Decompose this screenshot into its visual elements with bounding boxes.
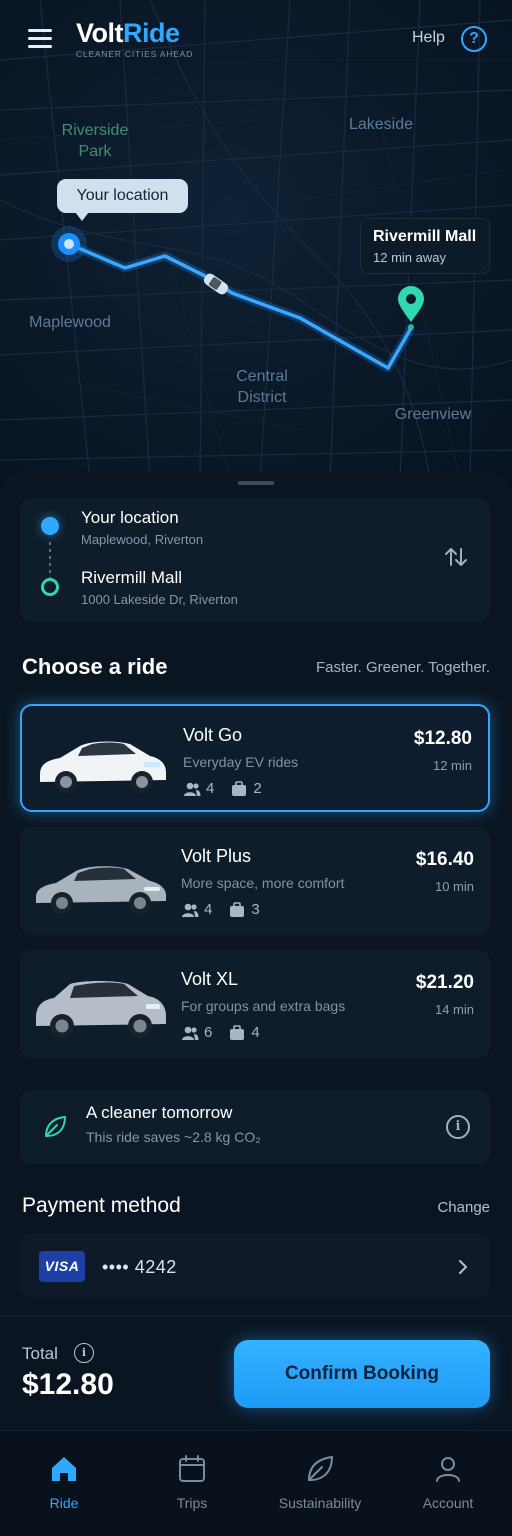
ride-eta: 14 min <box>434 1002 474 1017</box>
tab-sustainability[interactable]: Sustainability <box>256 1431 384 1536</box>
home-icon <box>52 1457 76 1481</box>
ride-price: $12.80 <box>413 728 472 749</box>
leaf-icon <box>308 1456 333 1481</box>
ride-description: For groups and extra bags <box>181 998 346 1014</box>
rides-section-slogan: Faster. Greener. Together. <box>316 659 490 676</box>
card-number: •••• 4242 <box>102 1257 177 1277</box>
confirm-booking-button[interactable]: Confirm Booking <box>234 1340 490 1408</box>
person-icon <box>436 1457 460 1482</box>
luggage-icon <box>232 780 247 796</box>
leaf-icon <box>45 1116 66 1137</box>
sheet-handle[interactable] <box>238 481 274 485</box>
eco-subtitle: This ride saves ~2.8 kg CO₂ <box>86 1129 261 1145</box>
map-label-central-district: Central District <box>236 368 288 406</box>
bag-count: 3 <box>251 901 260 918</box>
ride-description: More space, more comfort <box>181 875 345 891</box>
ride-name: Volt XL <box>181 969 239 989</box>
destination-tooltip-title: Rivermill Mall <box>373 228 477 245</box>
route-connector <box>49 542 51 578</box>
route-map[interactable]: Riverside Park Lakeside Maplewood Centra… <box>0 0 512 480</box>
total-label: Total <box>22 1344 58 1363</box>
tab-account[interactable]: Account <box>384 1431 512 1536</box>
calendar-icon <box>179 1455 205 1482</box>
destination-title[interactable]: Rivermill Mall <box>81 568 182 588</box>
origin-address: Maplewood, Riverton <box>81 532 204 547</box>
total-info-icon[interactable]: i <box>74 1343 94 1363</box>
ride-option-volt-xl[interactable]: Volt XL For groups and extra bags 6 4 $2… <box>20 950 490 1058</box>
passengers-icon <box>182 1026 199 1040</box>
booking-sheet: Your location Maplewood, Riverton Riverm… <box>0 472 512 1536</box>
ride-name: Volt Go <box>183 725 243 745</box>
ride-capacity: 6 4 <box>181 1024 260 1041</box>
footer-divider <box>0 1316 512 1317</box>
menu-button[interactable] <box>20 22 60 56</box>
bag-count: 2 <box>253 780 262 797</box>
luggage-icon <box>230 901 245 917</box>
ride-capacity: 4 3 <box>181 901 260 918</box>
logo-accent: Ride <box>123 18 180 48</box>
passenger-count: 4 <box>204 901 213 918</box>
tab-label: Sustainability <box>278 1495 362 1511</box>
info-icon[interactable]: i <box>446 1115 470 1139</box>
ride-price: $16.40 <box>415 849 474 870</box>
origin-bubble: Your location <box>57 179 188 221</box>
tab-ride[interactable]: Ride <box>0 1431 128 1536</box>
luggage-icon <box>230 1024 245 1040</box>
ride-option-volt-go[interactable]: Volt Go Everyday EV rides 4 2 $12.80 12 … <box>20 704 490 812</box>
car-suv-icon <box>36 981 166 1038</box>
help-link[interactable]: Help <box>412 29 445 47</box>
destination-pin-icon <box>398 286 424 330</box>
origin-title[interactable]: Your location <box>81 508 179 528</box>
ride-option-volt-plus[interactable]: Volt Plus More space, more comfort 4 3 $… <box>20 827 490 935</box>
ride-price: $21.20 <box>415 972 474 993</box>
map-label-riverside-park: Riverside Park <box>61 122 129 160</box>
tab-label: Trips <box>176 1495 208 1511</box>
bag-count: 4 <box>251 1024 260 1041</box>
tab-label: Ride <box>49 1495 79 1511</box>
app-logo: VoltRide CLEANER CITIES AHEAD <box>76 18 193 59</box>
payment-change-link[interactable]: Change <box>437 1199 490 1216</box>
destination-tooltip[interactable]: Rivermill Mall 12 min away <box>360 218 490 274</box>
passengers-icon <box>184 782 201 796</box>
help-icon[interactable]: ? <box>461 26 487 52</box>
origin-dot-icon <box>41 517 59 535</box>
top-bar: VoltRide CLEANER CITIES AHEAD Help ? <box>0 0 512 80</box>
chevron-right-icon <box>459 1260 467 1274</box>
logo-tagline: CLEANER CITIES AHEAD <box>76 49 194 59</box>
destination-tooltip-eta: 12 min away <box>373 250 446 265</box>
map-label-lakeside: Lakeside <box>348 116 414 133</box>
visa-card-icon: VISA <box>39 1251 85 1282</box>
car-white-icon <box>40 741 166 793</box>
tab-label: Account <box>422 1495 474 1511</box>
route-card: Your location Maplewood, Riverton Riverm… <box>20 498 490 622</box>
destination-address: 1000 Lakeside Dr, Riverton <box>81 592 238 607</box>
ride-eta: 10 min <box>434 879 474 894</box>
eco-title: A cleaner tomorrow <box>86 1103 233 1122</box>
rides-section-title: Choose a ride <box>22 654 168 679</box>
passenger-count: 6 <box>204 1024 213 1041</box>
passenger-count: 4 <box>206 780 215 797</box>
ride-eta: 12 min <box>432 758 472 773</box>
map-label-greenview: Greenview <box>394 406 472 423</box>
payment-section-title: Payment method <box>22 1194 181 1217</box>
swap-icon[interactable] <box>442 543 470 571</box>
total-amount: $12.80 <box>22 1368 114 1401</box>
eco-impact-card: A cleaner tomorrow This ride saves ~2.8 … <box>20 1090 490 1164</box>
hamburger-icon <box>28 29 52 32</box>
ride-description: Everyday EV rides <box>183 754 299 770</box>
ride-capacity: 4 2 <box>183 780 262 797</box>
passengers-icon <box>182 903 199 917</box>
logo-primary: Volt <box>76 18 124 48</box>
bottom-tab-bar: Ride Trips Sustainability Account <box>0 1430 512 1536</box>
destination-dot-icon <box>41 578 59 596</box>
ride-name: Volt Plus <box>181 846 252 866</box>
map-label-maplewood: Maplewood <box>29 314 111 331</box>
car-silver-icon <box>36 866 166 914</box>
tab-trips[interactable]: Trips <box>128 1431 256 1536</box>
payment-method-row[interactable]: VISA •••• 4242 <box>20 1234 490 1298</box>
